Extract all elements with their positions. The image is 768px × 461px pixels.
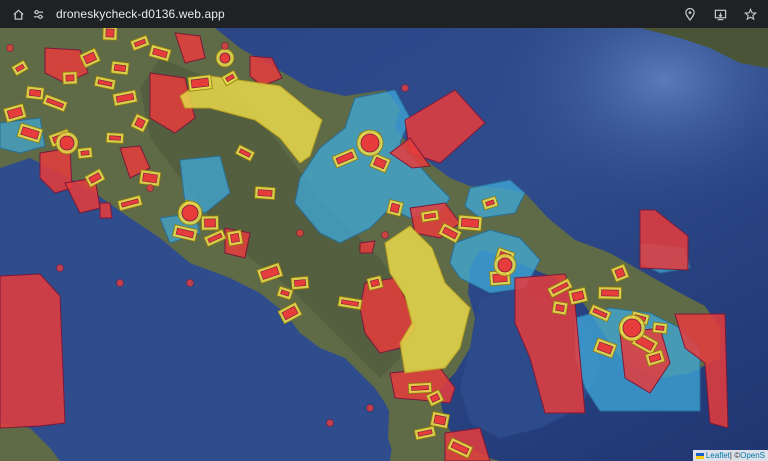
- heliport-zone[interactable]: [296, 229, 304, 237]
- restricted-zone-small-1[interactable]: [359, 240, 376, 254]
- restricted-zone-marker[interactable]: [28, 89, 42, 97]
- osm-link[interactable]: OpenS: [740, 450, 765, 461]
- heliport-zone[interactable]: [326, 419, 334, 427]
- airspace-map[interactable]: Leaflet | © OpenS: [0, 28, 768, 461]
- map-attribution: Leaflet | © OpenS: [692, 450, 768, 461]
- restricted-zone-marker[interactable]: [257, 189, 273, 197]
- airport-restricted-zone[interactable]: [59, 135, 75, 151]
- airport-restricted-zone[interactable]: [622, 318, 642, 338]
- restricted-zone-marker[interactable]: [204, 218, 216, 228]
- airport-restricted-zone[interactable]: [181, 204, 199, 222]
- airport-restricted-zone[interactable]: [360, 133, 380, 153]
- ukraine-flag-icon: [695, 452, 704, 459]
- restricted-zone-marker[interactable]: [411, 385, 429, 391]
- heliport-zone[interactable]: [221, 42, 229, 50]
- browser-toolbar: droneskycheck-d0136.web.app: [0, 0, 768, 28]
- heliport-zone[interactable]: [186, 279, 194, 287]
- restricted-zone-marker[interactable]: [142, 172, 158, 184]
- heliport-zone[interactable]: [146, 184, 154, 192]
- restricted-zone-marker[interactable]: [65, 74, 75, 82]
- home-icon[interactable]: [8, 4, 28, 24]
- heliport-zone[interactable]: [6, 44, 14, 52]
- install-app-icon[interactable]: [710, 4, 730, 24]
- location-icon[interactable]: [680, 4, 700, 24]
- restricted-zone-marker[interactable]: [109, 135, 121, 141]
- restricted-zone-marker[interactable]: [80, 150, 90, 156]
- restricted-zone-marker[interactable]: [460, 217, 480, 229]
- airport-restricted-zone[interactable]: [219, 52, 231, 64]
- bookmark-star-icon[interactable]: [740, 4, 760, 24]
- heliport-zone[interactable]: [56, 264, 64, 272]
- airport-restricted-zone[interactable]: [497, 257, 513, 273]
- restricted-zone-marker[interactable]: [655, 325, 665, 331]
- site-settings-icon[interactable]: [28, 4, 48, 24]
- restricted-zone-marker[interactable]: [105, 28, 115, 38]
- map-canvas[interactable]: [0, 28, 768, 461]
- attribution-separator: | ©: [729, 451, 741, 460]
- restricted-zone-marker[interactable]: [113, 64, 127, 72]
- restricted-zone-marker[interactable]: [601, 289, 619, 297]
- address-bar-url[interactable]: droneskycheck-d0136.web.app: [56, 7, 225, 21]
- restricted-zone-marker[interactable]: [555, 304, 565, 312]
- restricted-zone-west-sea[interactable]: [0, 273, 66, 429]
- heliport-zone[interactable]: [401, 84, 409, 92]
- heliport-zone[interactable]: [366, 404, 374, 412]
- restricted-zone-marker[interactable]: [293, 279, 307, 287]
- restricted-zone-marker[interactable]: [190, 77, 210, 89]
- restricted-zone-marker[interactable]: [433, 414, 447, 426]
- restricted-zone-cosenza[interactable]: [99, 202, 113, 219]
- restricted-zone-marker[interactable]: [230, 233, 240, 243]
- heliport-zone[interactable]: [381, 231, 389, 239]
- heliport-zone[interactable]: [116, 279, 124, 287]
- restricted-zone-marker[interactable]: [389, 202, 401, 214]
- leaflet-link[interactable]: Leaflet: [706, 450, 730, 461]
